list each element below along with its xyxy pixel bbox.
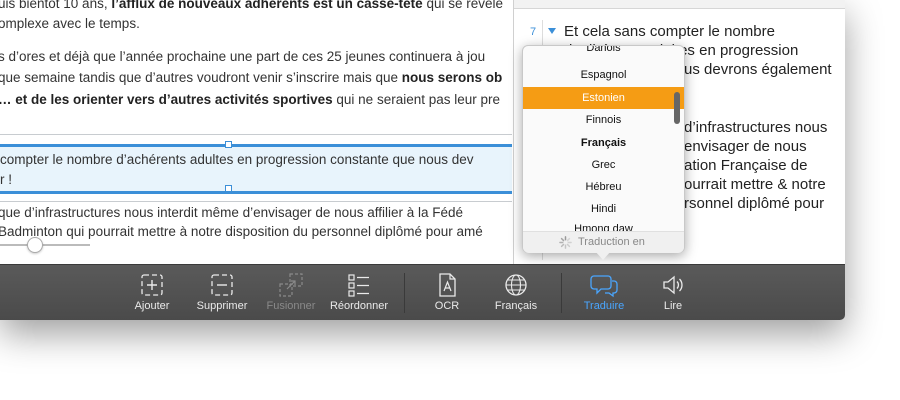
selected-line: r !	[0, 172, 12, 187]
language-button[interactable]: Français	[488, 265, 544, 320]
speech-bubbles-icon	[590, 275, 618, 298]
add-label: Ajouter	[134, 300, 170, 312]
language-option-selected[interactable]: Estonien	[523, 87, 684, 109]
document-view[interactable]: uis bientôt 10 ans, l’afflux de nouveaux…	[0, 0, 512, 264]
translate-button[interactable]: Traduire	[578, 265, 630, 320]
language-option[interactable]: Danois	[523, 46, 684, 59]
reorder-label: Réordonner	[329, 300, 389, 312]
read-button[interactable]: Lire	[652, 265, 694, 320]
ocr-label: OCR	[434, 300, 460, 312]
app-window: uis bientôt 10 ans, l’afflux de nouveaux…	[0, 0, 845, 320]
ocr-icon	[439, 273, 456, 297]
delete-button[interactable]: Supprimer	[190, 265, 254, 320]
speaker-icon	[663, 275, 683, 295]
read-label: Lire	[663, 300, 683, 312]
language-option[interactable]: Finnois	[523, 109, 684, 131]
document-line: omplexe avec le temps.	[0, 16, 140, 31]
block-divider	[0, 201, 512, 202]
block-number: 7	[530, 26, 537, 38]
zoom-slider-track	[0, 244, 90, 246]
language-option[interactable]: Espagnol	[523, 64, 684, 86]
document-line: … et de les orienter vers d’autres activ…	[0, 92, 501, 107]
delete-label: Supprimer	[196, 300, 248, 312]
popover-scrollbar[interactable]	[674, 92, 680, 124]
reorder-icon	[348, 274, 369, 297]
language-option[interactable]: Français	[523, 132, 684, 154]
document-line: que d’infrastructures nous interdit même…	[0, 205, 464, 220]
language-option[interactable]: Hindi	[523, 198, 684, 220]
toolbar-separator	[404, 273, 405, 313]
document-line: Badminton qui pourrait mettre à notre di…	[0, 224, 483, 239]
reorder-button[interactable]: Réordonner	[324, 265, 394, 320]
panel-text-line: ourrait mettre & notre	[684, 176, 826, 193]
selected-line: compter le nombre d’achérents adultes en…	[0, 152, 474, 167]
document-line: s d’ores et déjà que l’année prochaine u…	[0, 49, 486, 64]
bottom-toolbar: Ajouter Supprimer Fusionner Réordonner O…	[0, 264, 845, 320]
translate-label: Traduire	[583, 300, 625, 312]
panel-text-line: Et cela sans compter le nombre	[564, 23, 775, 40]
document-line: uis bientôt 10 ans, l’afflux de nouveaux…	[0, 0, 503, 11]
ocr-button[interactable]: OCR	[425, 265, 469, 320]
merge-button[interactable]: Fusionner	[260, 265, 322, 320]
language-label: Français	[494, 300, 538, 312]
toolbar-separator	[561, 273, 562, 313]
panel-text-line: envisager de nous	[684, 138, 807, 155]
resize-handle-bottom[interactable]	[225, 185, 232, 192]
loading-spinner-icon	[559, 236, 572, 249]
merge-label: Fusionner	[266, 300, 316, 312]
popover-arrow	[595, 251, 611, 260]
panel-text-line: rsonnel diplômé pour	[684, 195, 825, 212]
globe-icon	[505, 274, 527, 296]
resize-handle-top[interactable]	[225, 141, 232, 148]
delete-icon	[211, 274, 233, 296]
language-option[interactable]: Hébreu	[523, 176, 684, 198]
panel-text-line: us devrons également	[684, 61, 832, 78]
panel-text-line: ation Française de	[684, 157, 808, 174]
panel-header	[514, 0, 845, 9]
language-option[interactable]: Hmong daw	[523, 218, 684, 231]
merge-icon	[279, 273, 303, 297]
add-button[interactable]: Ajouter	[126, 265, 178, 320]
disclosure-triangle-icon[interactable]	[548, 28, 556, 34]
language-list[interactable]: Danois Espagnol Estonien Finnois Françai…	[523, 46, 684, 231]
selected-text-block[interactable]: compter le nombre d’achérents adultes en…	[0, 144, 512, 194]
language-popover: Danois Espagnol Estonien Finnois Françai…	[522, 45, 685, 260]
add-icon	[141, 274, 163, 296]
translation-status: Traduction en	[578, 236, 645, 248]
document-line: que semaine tandis que d’autres voudront…	[0, 70, 503, 85]
popover-footer: Traduction en	[523, 231, 684, 253]
zoom-slider-knob[interactable]	[27, 237, 43, 253]
panel-text-line: d’infrastructures nous	[684, 119, 828, 136]
block-divider	[0, 134, 512, 135]
language-option[interactable]: Grec	[523, 154, 684, 176]
